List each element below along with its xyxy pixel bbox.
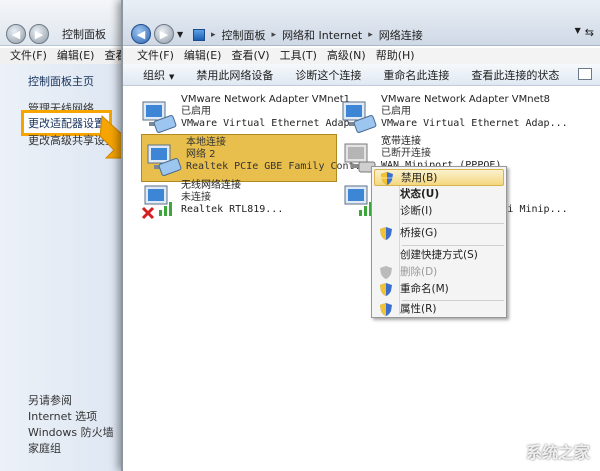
menu-edit[interactable]: 编辑(E) <box>184 48 222 64</box>
connection-name: 无线网络连接 <box>181 180 283 192</box>
see-also-title: 另请参阅 <box>28 392 72 408</box>
menubar: 文件(F) 编辑(E) 查看(V) 工具(T) 高级(N) 帮助(H) <box>123 48 600 64</box>
see-also-internet-options[interactable]: Internet 选项 <box>28 408 97 424</box>
window-titlebar: ◀ ▶ ▼ ▸ 控制面板 ▸ 网络和 Internet ▸ 网络连接 ▼ ⇆ <box>123 0 600 46</box>
forward-button[interactable]: ▶ <box>29 24 49 44</box>
connection-wireless[interactable]: 无线网络连接 未连接 Realtek RTL819... <box>137 178 337 226</box>
disable-device-button[interactable]: 禁用此网络设备 <box>196 67 273 83</box>
command-bar: 组织▼ 禁用此网络设备 诊断这个连接 重命名此连接 查看此连接的状态 <box>123 64 600 86</box>
connection-vmnet8[interactable]: VMware Network Adapter VMnet8 已启用 VMware… <box>337 92 537 140</box>
breadcrumb-item-network-internet[interactable]: 网络和 Internet <box>282 27 362 43</box>
uac-shield-icon <box>380 266 392 279</box>
connection-local-area[interactable]: 本地连接 网络 2 Realtek PCIe GBE Family Cont..… <box>141 134 337 182</box>
breadcrumb: ▸ 控制面板 ▸ 网络和 Internet ▸ 网络连接 <box>193 27 423 43</box>
menu-item-status[interactable]: 状态(U) <box>374 186 504 203</box>
menu-advanced[interactable]: 高级(N) <box>327 48 366 64</box>
forward-button[interactable]: ▶ <box>154 24 174 44</box>
network-connections-window: ◀ ▶ ▼ ▸ 控制面板 ▸ 网络和 Internet ▸ 网络连接 ▼ ⇆ 文… <box>121 0 600 471</box>
connection-status: 已启用 <box>381 106 568 118</box>
connection-name: 宽带连接 <box>381 136 501 148</box>
view-status-button[interactable]: 查看此连接的状态 <box>471 67 559 83</box>
menu-separator <box>402 245 504 246</box>
menu-tools[interactable]: 工具(T) <box>280 48 317 64</box>
menu-edit[interactable]: 编辑(E) <box>57 48 95 64</box>
menu-item-label: 诊断(I) <box>400 205 432 217</box>
menu-item-label: 状态(U) <box>400 188 439 200</box>
connection-device: VMware Virtual Ethernet Adap... <box>381 118 568 130</box>
window-nav: ◀ ▶ ▼ <box>131 24 183 44</box>
breadcrumb-item-network-connections[interactable]: 网络连接 <box>379 27 423 43</box>
menu-item-label: 桥接(G) <box>400 227 437 239</box>
refresh-icon[interactable]: ⇆ <box>585 26 594 39</box>
organize-button[interactable]: 组织▼ <box>143 67 174 83</box>
menu-item-label: 创建快捷方式(S) <box>400 249 478 261</box>
menu-item-rename[interactable]: 重命名(M) <box>374 281 504 298</box>
see-also-firewall[interactable]: Windows 防火墙 <box>28 424 114 440</box>
connection-vmnet1[interactable]: VMware Network Adapter VMnet1 已启用 VMware… <box>137 92 337 140</box>
network-adapter-icon <box>141 96 177 136</box>
connection-name: VMware Network Adapter VMnet8 <box>381 94 568 106</box>
watermark: 系统之家 <box>526 439 590 463</box>
network-adapter-icon <box>146 139 182 179</box>
breadcrumb-item-control-panel[interactable]: 控制面板 <box>222 27 266 43</box>
diagnose-button[interactable]: 诊断这个连接 <box>295 67 361 83</box>
menu-item-label: 禁用(B) <box>401 172 437 184</box>
recent-pages-chevron-icon[interactable]: ▼ <box>177 30 183 39</box>
sidebar-item-home[interactable]: 控制面板主页 <box>28 73 94 89</box>
window-tools: ▼ ⇆ <box>575 26 594 39</box>
rename-button[interactable]: 重命名此连接 <box>383 67 449 83</box>
menu-file[interactable]: 文件(F) <box>137 48 174 64</box>
dropdown-chevron-icon[interactable]: ▼ <box>575 26 581 39</box>
wireless-disconnected-icon <box>141 182 177 222</box>
menu-item-diagnose[interactable]: 诊断(I) <box>374 203 504 220</box>
preview-pane-icon[interactable] <box>578 68 592 80</box>
back-button[interactable]: ◀ <box>6 24 26 44</box>
see-also-homegroup[interactable]: 家庭组 <box>28 440 61 456</box>
connection-device: Realtek RTL819... <box>181 204 283 216</box>
background-nav: ◀ ▶ <box>6 24 49 44</box>
folder-icon <box>193 29 205 41</box>
menu-item-bridge[interactable]: 桥接(G) <box>374 225 504 242</box>
menu-file[interactable]: 文件(F) <box>10 48 47 64</box>
connection-status: 已断开连接 <box>381 148 501 160</box>
context-menu: 禁用(B) 状态(U) 诊断(I) 桥接(G) 创建快捷方式(S) 删除(D) … <box>371 166 507 318</box>
menu-help[interactable]: 帮助(H) <box>376 48 415 64</box>
menu-item-label: 重命名(M) <box>400 283 449 295</box>
menu-item-delete: 删除(D) <box>374 264 504 281</box>
background-breadcrumb[interactable]: 控制面板 <box>62 26 106 42</box>
uac-shield-icon <box>380 303 392 316</box>
uac-shield-icon <box>380 227 392 240</box>
menu-item-create-shortcut[interactable]: 创建快捷方式(S) <box>374 247 504 264</box>
uac-shield-icon <box>381 172 393 185</box>
menu-item-properties[interactable]: 属性(R) <box>374 301 504 318</box>
menu-separator <box>402 223 504 224</box>
menu-item-label: 属性(R) <box>400 303 437 315</box>
network-adapter-icon <box>341 96 377 136</box>
menu-item-label: 删除(D) <box>400 266 437 278</box>
connection-status: 未连接 <box>181 192 283 204</box>
back-button[interactable]: ◀ <box>131 24 151 44</box>
menu-view[interactable]: 查看(V) <box>231 48 269 64</box>
uac-shield-icon <box>380 283 392 296</box>
menu-item-disable[interactable]: 禁用(B) <box>374 169 504 186</box>
